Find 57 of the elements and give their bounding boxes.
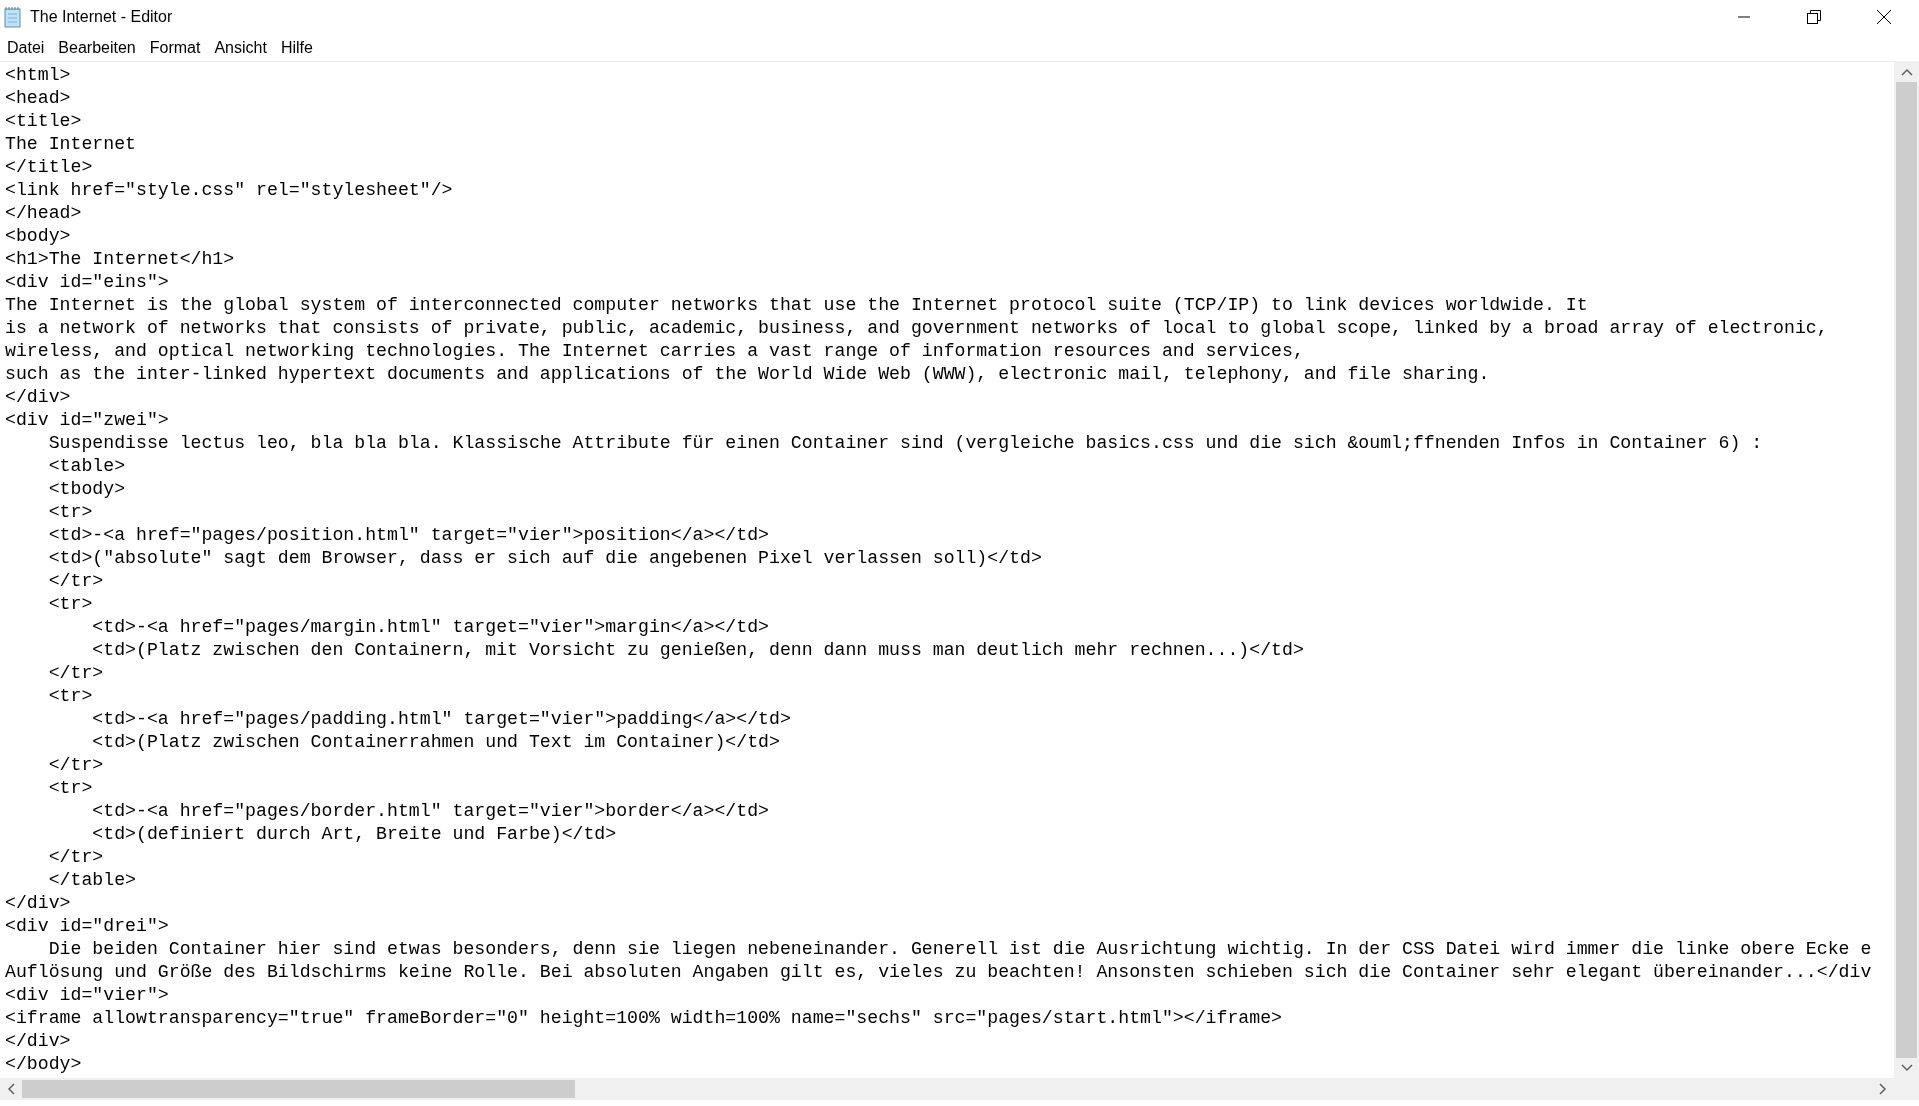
code-line: </tr> [47, 662, 104, 685]
code-line: <td>("absolute" sagt dem Browser, dass er sich auf die angebenen Pixel verlassen soll)</td> [47, 547, 1042, 570]
code-line: <title> [5, 110, 82, 133]
code-line: <html> [5, 64, 71, 87]
code-line: <td>-<a href="pages/border.html" target="vier">border</a></td> [91, 800, 769, 823]
code-line: <td>(Platz zwischen Containerrahmen und Text im Container)</td> [91, 731, 780, 754]
vertical-scrollbar[interactable] [1894, 62, 1919, 1078]
code-line: <div id="drei"> [5, 915, 169, 938]
code-line: <table> [47, 455, 126, 478]
code-line: </tr> [47, 754, 104, 777]
code-line: <td>(definiert durch Art, Breite und Farbe)</td> [91, 823, 617, 846]
code-line: Suspendisse lectus leo, bla bla bla. Klassische Attribute für einen Container sind (vergleiche basics.css und die sich &ouml;ffnenden Infos in Container 6) : [47, 432, 1763, 455]
code-line: The Internet is the global system of interconnected computer networks that use the Internet protocol suite (TCP/IP) to link devices worldwide. It [5, 294, 1588, 317]
code-line: <body> [5, 225, 71, 248]
code-line: </head> [5, 202, 82, 225]
scrollbar-thumb[interactable] [22, 1080, 575, 1098]
horizontal-scrollbar[interactable] [0, 1078, 1894, 1100]
code-line: <td>-<a href="pages/position.html" target="vier">position</a></td> [47, 524, 769, 547]
menu-item[interactable]: Format [142, 34, 208, 61]
code-line: </tr> [47, 570, 104, 593]
restore-icon [1807, 10, 1821, 24]
code-line: <link href="style.css" rel="stylesheet"/> [5, 179, 453, 202]
code-line: </div> [5, 386, 71, 409]
close-icon [1877, 10, 1891, 24]
menu-item[interactable]: Datei [0, 34, 52, 61]
code-line: </div> [5, 892, 71, 915]
code-line: <td>(Platz zwischen den Containern, mit Vorsicht zu genießen, denn dann muss man deutlich mehr rechnen...)</td> [91, 639, 1304, 662]
code-line: </table> [47, 869, 136, 892]
scrollbar-thumb[interactable] [1896, 82, 1917, 1058]
code-line: </tr> [47, 846, 104, 869]
code-line: <tbody> [47, 478, 126, 501]
code-line: The Internet [5, 133, 136, 156]
window-title: The Internet - Editor [30, 7, 173, 27]
code-line: <td>-<a href="pages/margin.html" target="vier">margin</a></td> [91, 616, 769, 639]
code-line: <div id="zwei"> [5, 409, 169, 432]
menu-item[interactable]: Ansicht [207, 34, 274, 61]
code-line: <div id="eins"> [5, 271, 169, 294]
code-line: Die beiden Container hier sind etwas besonders, denn sie liegen nebeneinander. Generell ist die Ausrichtung wichtig. In der CSS Datei wird immer die linke obere Ecke e [47, 938, 1872, 961]
menu-item[interactable]: Hilfe [273, 34, 320, 61]
code-line: <head> [5, 87, 71, 110]
code-line: </title> [5, 156, 93, 179]
code-line: <tr> [47, 501, 93, 524]
code-line: Auflösung und Größe des Bildschirms keine Rolle. Bei absoluten Angaben gilt es, vieles zu beachten! Ansonsten schieben sich die Container sehr elegant übereinander...</div [5, 961, 1872, 984]
code-line: <tr> [47, 777, 93, 800]
code-line: <tr> [47, 593, 93, 616]
code-line: <td>-<a href="pages/padding.html" target="vier">padding</a></td> [91, 708, 791, 731]
notepad-icon [3, 6, 23, 28]
code-line: wireless, and optical networking technologies. The Internet carries a vast range of information resources and services, [5, 340, 1304, 363]
code-line: <tr> [47, 685, 93, 708]
code-line: <iframe allowtransparency="true" frameBorder="0" height=100% width=100% name="sechs" src="pages/start.html"></iframe> [5, 1007, 1282, 1030]
code-line: </body> [5, 1053, 82, 1076]
code-line: </div> [5, 1030, 71, 1053]
code-line: <div id="vier"> [5, 984, 169, 1007]
code-line: is a network of networks that consists of private, public, academic, business, and government networks of local to global scope, linked by a broad array of electronic, [5, 317, 1828, 340]
code-line: such as the inter-linked hypertext documents and applications of the World Wide Web (WWW), electronic mail, telephony, and file sharing. [5, 363, 1490, 386]
menu-item[interactable]: Bearbeiten [51, 34, 143, 61]
code-line: <h1>The Internet</h1> [5, 248, 235, 271]
